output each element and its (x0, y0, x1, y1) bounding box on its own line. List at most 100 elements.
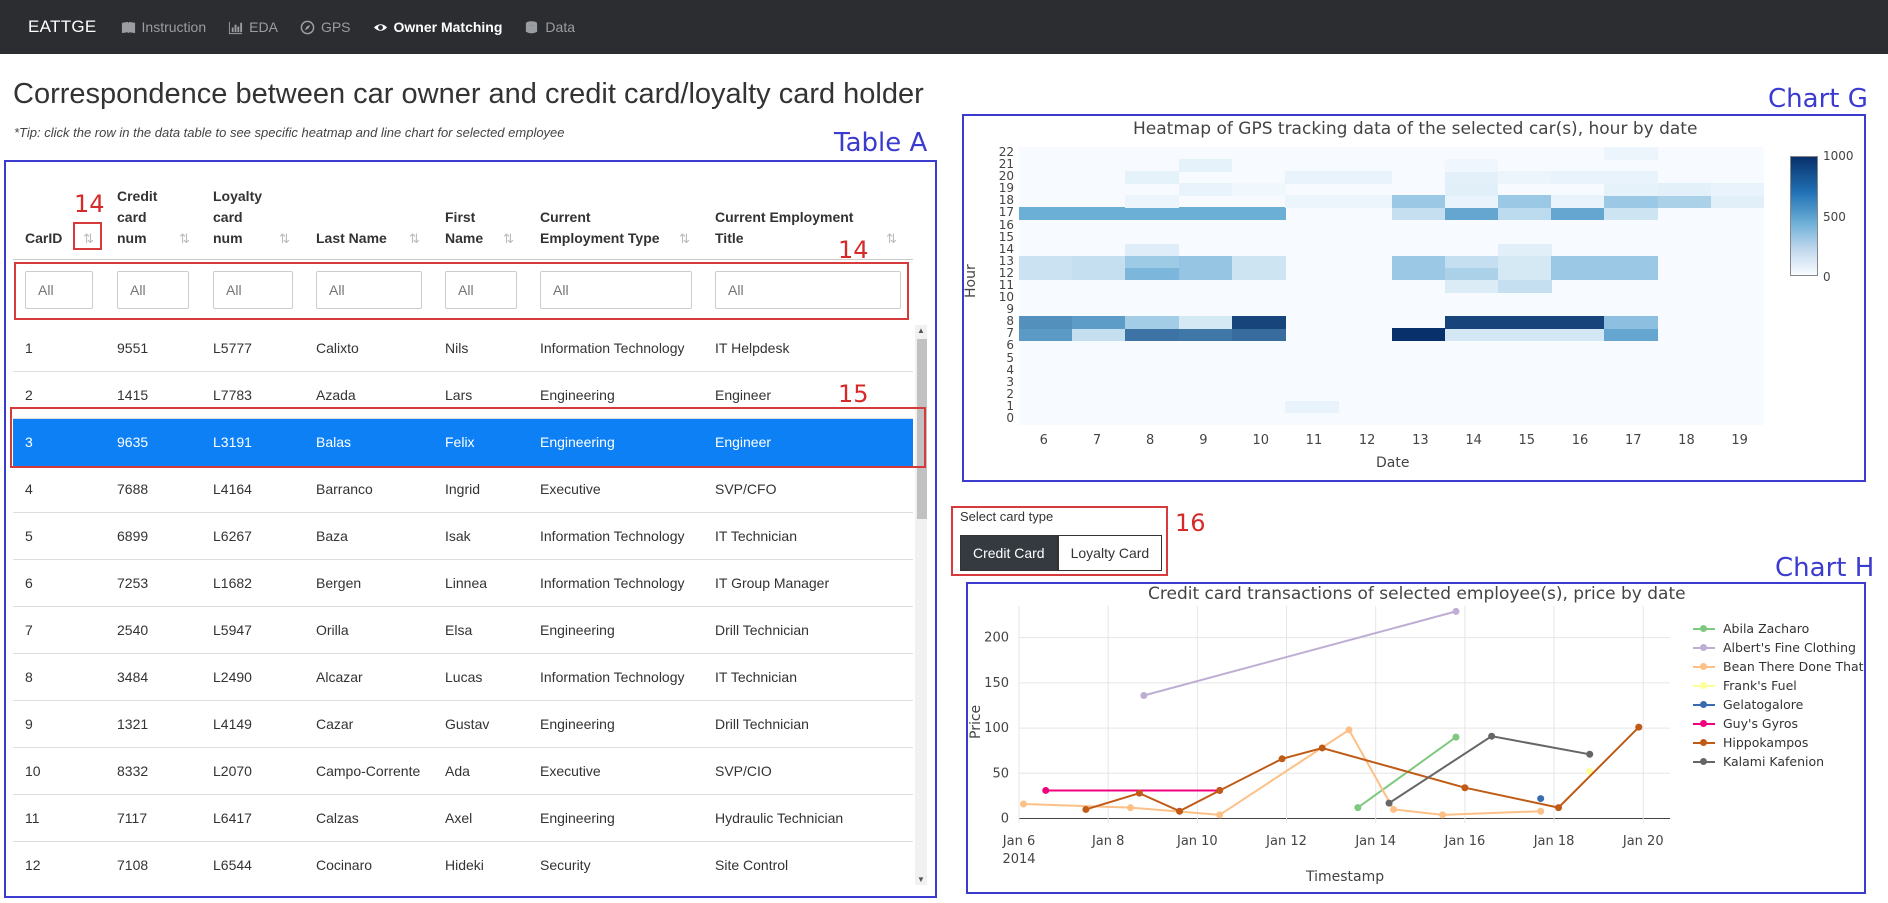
heatmap-cell[interactable] (1285, 400, 1339, 414)
heatmap-cell[interactable] (1072, 316, 1126, 329)
heatmap-cell[interactable] (1604, 316, 1659, 329)
legend-item[interactable]: Gelatogalore (1691, 695, 1864, 714)
heatmap-cell[interactable] (1178, 267, 1233, 281)
nav-item-eda[interactable]: EDA (228, 19, 278, 35)
legend-item[interactable]: Bean There Done That (1691, 657, 1864, 676)
heatmap-cell[interactable] (1391, 195, 1446, 208)
heatmap-cell[interactable] (1604, 267, 1659, 281)
heatmap-cell[interactable] (1178, 255, 1233, 269)
heatmap-cell[interactable] (1497, 195, 1552, 208)
heatmap-cell[interactable] (1444, 267, 1499, 281)
sort-icon[interactable]: ⇅ (409, 231, 420, 247)
heatmap-cell[interactable] (1285, 195, 1339, 208)
heatmap-cell[interactable] (1019, 328, 1073, 341)
heatmap-cell[interactable] (1178, 207, 1233, 220)
heatmap-cell[interactable] (1497, 267, 1552, 281)
heatmap-cell[interactable] (1178, 328, 1233, 341)
column-header[interactable]: Loyalty card num (213, 186, 271, 249)
legend-item[interactable]: Kalami Kafenion (1691, 752, 1864, 771)
heatmap-cell[interactable] (1125, 267, 1180, 281)
legend-item[interactable]: Frank's Fuel (1691, 676, 1864, 695)
brand-logo[interactable]: EATTGE (28, 17, 97, 37)
heatmap-cell[interactable] (1604, 255, 1659, 269)
heatmap-cell[interactable] (1072, 267, 1126, 281)
heatmap-cell[interactable] (1497, 243, 1552, 257)
heatmap-cell[interactable] (1019, 207, 1073, 220)
table-row[interactable]: 4 7688 L4164 Barranco Ingrid Executive SVP/CFO (13, 466, 913, 513)
heatmap-cell[interactable] (1338, 171, 1392, 184)
heatmap-cell[interactable] (1551, 255, 1605, 269)
credit-card-button[interactable]: Credit Card (960, 535, 1058, 571)
heatmap-cell[interactable] (1231, 255, 1286, 269)
heatmap-cell[interactable] (1178, 316, 1233, 329)
legend-item[interactable]: Hippokampos (1691, 733, 1864, 752)
table-row[interactable]: 10 8332 L2070 Campo-Corrente Ada Executive SVP… (13, 748, 913, 795)
heatmap-cell[interactable] (1391, 255, 1446, 269)
heatmap-cell[interactable] (1444, 183, 1499, 196)
heatmap-cell[interactable] (1444, 171, 1499, 184)
heatmap-cell[interactable] (1072, 328, 1126, 341)
heatmap-cell[interactable] (1391, 207, 1446, 220)
column-header[interactable]: First Name (445, 207, 505, 249)
table-row[interactable]: 8 3484 L2490 Alcazar Lucas Information Techno… (13, 654, 913, 701)
heatmap-cell[interactable] (1125, 316, 1180, 329)
heatmap-cell[interactable] (1231, 207, 1286, 220)
heatmap-cell[interactable] (1604, 328, 1659, 341)
heatmap-cell[interactable] (1019, 316, 1073, 329)
heatmap-cell[interactable] (1710, 183, 1765, 196)
table-row[interactable]: 7 2540 L5947 Orilla Elsa Engineering Drill Tec… (13, 607, 913, 654)
heatmap-cell[interactable] (1285, 171, 1339, 184)
heatmap-cell[interactable] (1178, 159, 1233, 172)
table-row[interactable]: 12 7108 L6544 Cocinaro Hideki Security Site Co… (13, 842, 913, 885)
nav-item-gps[interactable]: GPS (300, 19, 351, 35)
sort-icon[interactable]: ⇅ (503, 231, 514, 247)
legend-item[interactable]: Abila Zacharo (1691, 619, 1864, 638)
sort-icon[interactable]: ⇅ (679, 231, 690, 247)
heatmap-cell[interactable] (1444, 159, 1499, 172)
scroll-down-arrow-icon[interactable]: ▼ (917, 875, 925, 884)
heatmap-cell[interactable] (1657, 195, 1712, 208)
heatmap-cell[interactable] (1231, 328, 1286, 341)
table-row[interactable]: 6 7253 L1682 Bergen Linnea Information Techno… (13, 560, 913, 607)
heatmap-cell[interactable] (1444, 207, 1499, 220)
loyalty-card-button[interactable]: Loyalty Card (1057, 535, 1163, 571)
heatmap-cell[interactable] (1604, 147, 1659, 160)
heatmap-cell[interactable] (1178, 183, 1233, 196)
heatmap-cell[interactable] (1497, 279, 1552, 293)
nav-item-owner-matching[interactable]: Owner Matching (373, 19, 502, 35)
scroll-up-arrow-icon[interactable]: ▲ (917, 326, 925, 335)
table-row[interactable]: 9 1321 L4149 Cazar Gustav Engineering Drill Te… (13, 701, 913, 748)
heatmap-cell[interactable] (1019, 267, 1073, 281)
heatmap-cell[interactable] (1551, 328, 1605, 341)
heatmap-cell[interactable] (1125, 243, 1180, 257)
heatmap-cell[interactable] (1444, 255, 1499, 269)
heatmap-cell[interactable] (1551, 267, 1605, 281)
heatmap-cell[interactable] (1497, 255, 1552, 269)
heatmap-cell[interactable] (1231, 183, 1286, 196)
heatmap-cell[interactable] (1231, 267, 1286, 281)
sort-icon[interactable]: ⇅ (279, 231, 290, 247)
heatmap-cell[interactable] (1125, 255, 1180, 269)
heatmap-cell[interactable] (1604, 171, 1659, 184)
legend-item[interactable]: Albert's Fine Clothing (1691, 638, 1864, 657)
heatmap-cell[interactable] (1497, 328, 1552, 341)
column-header[interactable]: Credit card num (117, 186, 165, 249)
heatmap-cell[interactable] (1444, 195, 1499, 208)
nav-item-data[interactable]: Data (524, 19, 575, 35)
heatmap-cell[interactable] (1072, 207, 1126, 220)
heatmap-cell[interactable] (1710, 195, 1765, 208)
sort-icon[interactable]: ⇅ (179, 231, 190, 247)
heatmap-cell[interactable] (1657, 183, 1712, 196)
heatmap-cell[interactable] (1125, 328, 1180, 341)
heatmap-cell[interactable] (1444, 328, 1499, 341)
sort-icon[interactable]: ⇅ (886, 231, 897, 247)
heatmap-cell[interactable] (1497, 316, 1552, 329)
heatmap-cell[interactable] (1497, 171, 1552, 184)
heatmap-cell[interactable] (1072, 255, 1126, 269)
table-row[interactable]: 11 7117 L6417 Calzas Axel Engineering Hydrauli… (13, 795, 913, 842)
heatmap-cell[interactable] (1551, 316, 1605, 329)
heatmap-cell[interactable] (1125, 195, 1180, 208)
nav-item-instruction[interactable]: Instruction (121, 19, 206, 35)
column-header[interactable]: Current Employment Type (540, 207, 675, 249)
heatmap-cell[interactable] (1604, 207, 1659, 220)
